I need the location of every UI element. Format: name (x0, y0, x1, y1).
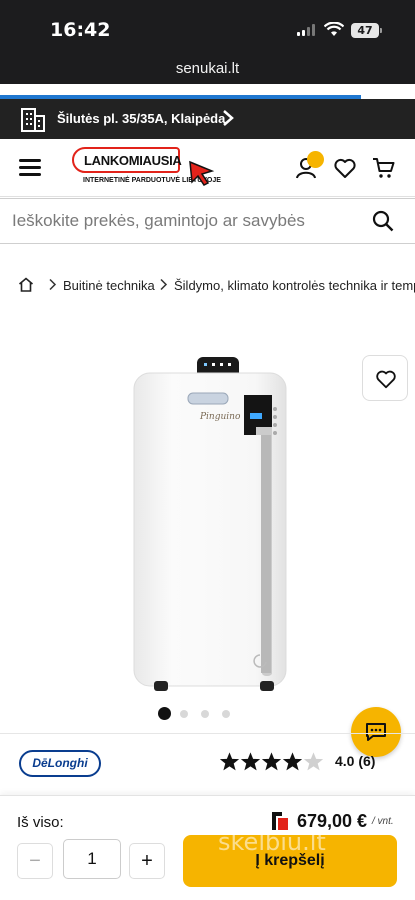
wishlist-heart-icon[interactable] (333, 156, 357, 180)
gallery-dot[interactable] (180, 710, 188, 718)
brand-name: DēLonghi (32, 756, 88, 770)
brand-logo[interactable]: DēLonghi (19, 750, 101, 777)
store-location-bar[interactable]: Šilutės pl. 35/35A, Klaipėda (0, 99, 415, 139)
purchase-panel: Iš viso: 679,00 € / vnt. − + Į krepšelį … (0, 795, 415, 900)
heart-icon (376, 370, 396, 389)
battery-indicator: 47 (351, 23, 382, 38)
gallery-dot[interactable] (222, 710, 230, 718)
address-bar[interactable]: senukai.lt (0, 60, 415, 77)
store-address: Šilutės pl. 35/35A, Klaipėda (57, 111, 226, 126)
cursor-icon (189, 160, 215, 186)
star-icon (282, 752, 303, 771)
breadcrumb: Buitinė technika Šildymo, klimato kontro… (0, 276, 415, 296)
total-label: Iš viso: (17, 814, 64, 831)
cart-icon[interactable] (372, 156, 396, 180)
chevron-right-icon (49, 278, 57, 291)
star-icon (240, 752, 261, 771)
price-unit: / vnt. (372, 816, 394, 827)
add-to-wishlist-button[interactable] (362, 355, 408, 401)
search-bar (0, 198, 415, 244)
signal-icon (297, 24, 317, 36)
chevron-right-icon (223, 110, 234, 126)
search-icon[interactable] (372, 210, 394, 232)
menu-icon[interactable] (19, 159, 41, 177)
status-time: 16:42 (50, 19, 111, 41)
star-icon (303, 752, 324, 771)
breadcrumb-item[interactable]: Buitinė technika (63, 278, 155, 293)
home-icon[interactable] (18, 277, 34, 292)
gallery-dot[interactable] (201, 710, 209, 718)
svg-text:Pinguino: Pinguino (199, 412, 241, 422)
add-to-cart-button[interactable]: Į krepšelį (183, 835, 397, 887)
rating-value[interactable]: 4.0 (6) (335, 753, 375, 769)
price-tag-icon (272, 812, 288, 830)
search-input[interactable] (0, 199, 360, 243)
quantity-input[interactable] (63, 839, 121, 879)
chevron-right-icon (160, 278, 168, 291)
logo-name: LANKOMIAUSIA (84, 153, 182, 168)
quantity-increase-button[interactable]: + (129, 843, 165, 879)
building-icon (21, 108, 45, 132)
quantity-decrease-button[interactable]: − (17, 843, 53, 879)
breadcrumb-item[interactable]: Šildymo, klimato kontrolės technika ir t… (174, 278, 415, 293)
star-icon (219, 752, 240, 771)
site-header: LANKOMIAUSIA INTERNETINĖ PARDUOTUVĖ LIET… (0, 139, 415, 197)
product-image[interactable]: Pinguino (120, 355, 300, 700)
brand-rating-row: DēLonghi 4.0 (6) (0, 733, 415, 791)
star-icon (261, 752, 282, 771)
wifi-icon (324, 22, 344, 36)
logo-badge: LANKOMIAUSIA (72, 147, 182, 173)
browser-chrome: 16:42 47 senukai.lt (0, 0, 415, 84)
price: 679,00 € (297, 811, 368, 831)
notification-badge (307, 151, 324, 168)
gallery-dot[interactable] (158, 707, 171, 720)
site-logo[interactable]: LANKOMIAUSIA INTERNETINĖ PARDUOTUVĖ LIET… (72, 147, 222, 189)
